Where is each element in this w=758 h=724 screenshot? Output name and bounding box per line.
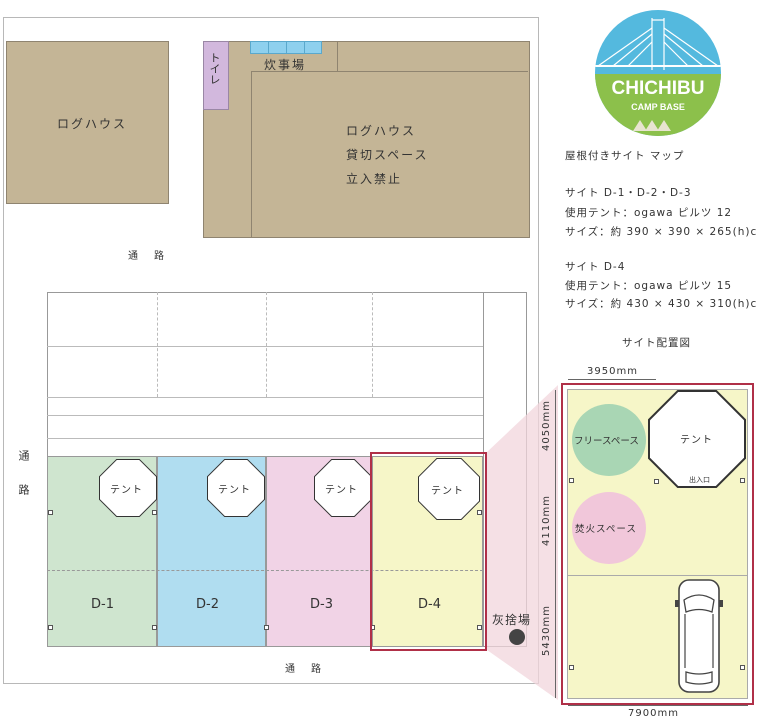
free-space-area: フリースペース <box>572 404 646 476</box>
logo-sub: CAMP BASE <box>631 102 685 112</box>
car-icon <box>675 579 723 693</box>
dim-left-3: 5430mm <box>541 605 552 656</box>
dim-bottom: 7900mm <box>628 708 679 719</box>
dim-top: 3950mm <box>587 366 638 377</box>
site-d3-tent: テント <box>314 459 372 517</box>
log-house-left-label: ログハウス <box>57 117 128 131</box>
building-divider <box>337 41 338 72</box>
info-group1-sites: サイト D-1・D-2・D-3 <box>565 187 692 199</box>
free-space-label: フリースペース <box>574 436 639 447</box>
peg <box>569 478 574 483</box>
ash-dump-marker <box>509 629 525 645</box>
info-group2-tent: 使用テント：ogawa ピルツ 15 <box>565 280 733 292</box>
road-label-left: 通 路 <box>17 450 30 501</box>
info-group2-site: サイト D-4 <box>565 261 626 273</box>
site-d3-label: D-3 <box>310 597 333 612</box>
layout-title: サイト配置図 <box>622 337 691 349</box>
peg <box>264 625 269 630</box>
chichibu-camp-base-logo: CHICHIBU CAMP BASE <box>595 10 721 136</box>
info-group2-size: サイズ：約 430 × 430 × 310(h)cm <box>565 298 758 310</box>
dim-left-1: 4050mm <box>541 400 552 451</box>
site-d4-highlight <box>370 452 487 651</box>
detail-tent: テント 出入口 <box>648 390 746 488</box>
peg <box>569 665 574 670</box>
kitchen-sinks <box>250 41 322 54</box>
log-house-left: ログハウス <box>6 41 169 204</box>
site-d2-label: D-2 <box>196 597 219 612</box>
site-d1-tent-label: テント <box>110 485 143 496</box>
road-label-bottom: 通 路 <box>285 664 324 675</box>
fire-space-area: 焚火スペース <box>572 492 646 564</box>
log-house-right-line1: ログハウス <box>346 124 417 138</box>
logo-name: CHICHIBU <box>612 78 705 99</box>
site-d1-tent: テント <box>99 459 157 517</box>
detail-tent-label: テント <box>680 435 713 446</box>
info-group1-size: サイズ：約 390 × 390 × 265(h)cm <box>565 226 758 238</box>
toilet: トイレ <box>203 41 229 110</box>
peg <box>48 625 53 630</box>
info-title: 屋根付きサイト マップ <box>565 150 685 162</box>
peg <box>654 479 659 484</box>
ash-dump-label: 灰捨場 <box>492 613 532 627</box>
fire-space-label: 焚火スペース <box>575 524 637 535</box>
road-label-top: 通 路 <box>128 251 167 262</box>
site-d1-label: D-1 <box>91 597 114 612</box>
peg <box>740 478 745 483</box>
peg <box>740 665 745 670</box>
peg <box>48 510 53 515</box>
dim-left-2: 4110mm <box>541 495 552 546</box>
info-group1-tent: 使用テント：ogawa ピルツ 12 <box>565 207 733 219</box>
log-house-right-line3: 立入禁止 <box>346 172 403 186</box>
toilet-label: トイレ <box>208 52 221 85</box>
site-d2-tent-label: テント <box>218 485 251 496</box>
site-d3-tent-label: テント <box>325 485 358 496</box>
building-divider <box>251 71 252 237</box>
peg <box>152 625 157 630</box>
entrance-label: 出入口 <box>689 476 710 484</box>
site-d2-tent: テント <box>207 459 265 517</box>
peg <box>152 510 157 515</box>
kitchen-label: 炊事場 <box>264 58 307 72</box>
log-house-right-line2: 貸切スペース <box>346 148 429 162</box>
